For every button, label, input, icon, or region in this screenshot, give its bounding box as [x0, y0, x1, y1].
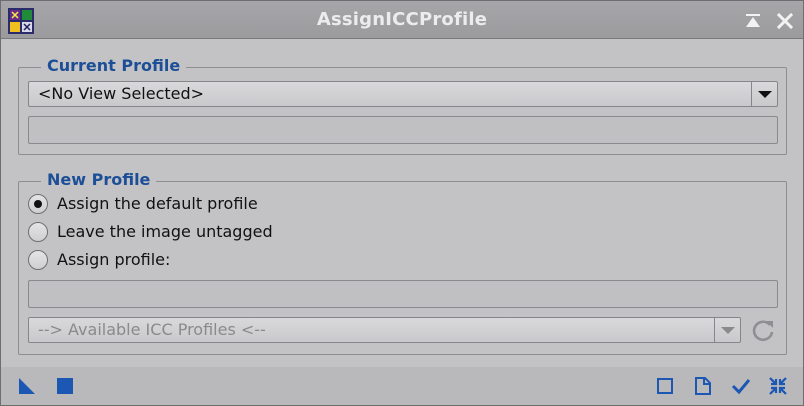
available-profiles-value: --> Available ICC Profiles <-- [38, 320, 266, 339]
window-title: AssignICCProfile [316, 9, 488, 30]
current-profile-title: Current Profile [41, 56, 187, 75]
assign-icc-profile-window: AssignICCProfile Current Profile <No Vie… [0, 0, 804, 406]
apply-icon[interactable] [731, 376, 751, 396]
collapse-icon[interactable] [768, 376, 788, 396]
refresh-icon[interactable] [749, 317, 777, 345]
radio-assign-default[interactable]: Assign the default profile [28, 193, 288, 217]
current-profile-field [28, 116, 778, 144]
combo-arrow[interactable] [714, 318, 740, 342]
radio-label: Leave the image untagged [57, 222, 273, 241]
shade-up-icon[interactable] [743, 11, 763, 31]
chevron-down-icon [758, 91, 772, 98]
radio-label: Assign the default profile [57, 194, 258, 213]
radio-button[interactable] [28, 222, 48, 242]
browse-documentation-icon[interactable] [55, 376, 75, 396]
combo-arrow[interactable] [751, 82, 777, 106]
radio-button[interactable] [28, 194, 48, 214]
view-selector-value: <No View Selected> [38, 84, 205, 103]
available-profiles-combo[interactable]: --> Available ICC Profiles <-- [28, 317, 741, 343]
bottom-toolbar [1, 367, 803, 405]
close-icon[interactable] [775, 11, 795, 31]
view-selector-combo[interactable]: <No View Selected> [28, 81, 778, 107]
radio-label: Assign profile: [57, 250, 171, 269]
view-source-icon[interactable] [693, 376, 713, 396]
radio-button[interactable] [28, 250, 48, 270]
radio-assign-profile[interactable]: Assign profile: [28, 249, 188, 273]
title-bar[interactable]: AssignICCProfile [1, 1, 803, 39]
radio-selected-dot [34, 200, 42, 208]
radio-leave-untagged[interactable]: Leave the image untagged [28, 221, 288, 245]
current-profile-group: Current Profile <No View Selected> [18, 56, 787, 155]
chevron-down-icon [721, 327, 735, 334]
new-profile-title: New Profile [41, 170, 157, 189]
reset-icon[interactable] [655, 376, 675, 396]
profile-path-input[interactable] [28, 280, 778, 308]
new-instance-icon[interactable] [17, 376, 37, 396]
